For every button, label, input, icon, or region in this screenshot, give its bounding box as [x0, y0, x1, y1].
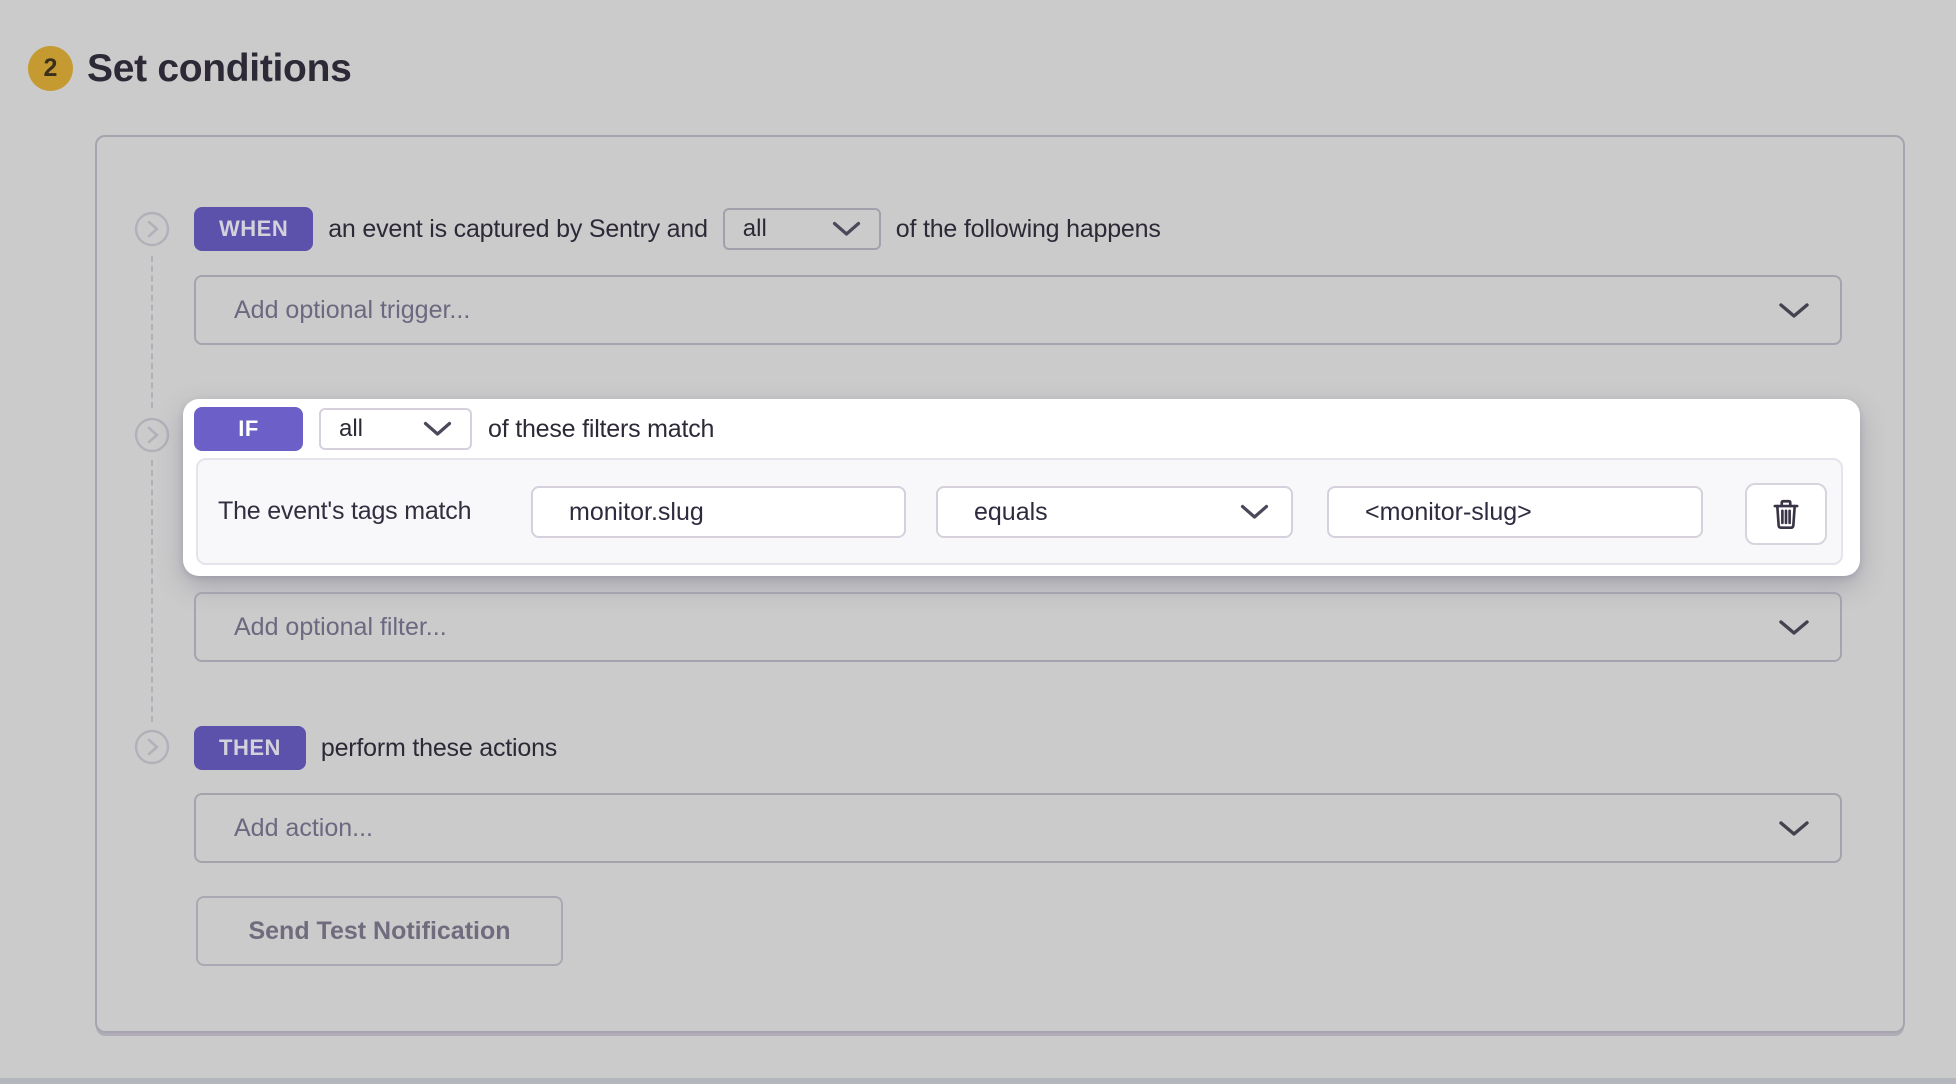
- chevron-down-icon: [1778, 302, 1810, 319]
- chevron-right-circle-icon: [134, 417, 170, 453]
- if-badge: IF: [194, 407, 303, 451]
- when-row: WHEN an event is captured by Sentry and …: [194, 205, 1161, 253]
- step-header: 2 Set conditions: [28, 46, 351, 91]
- filter-operator-select[interactable]: equals: [936, 486, 1293, 538]
- delete-filter-button[interactable]: [1745, 483, 1827, 545]
- chevron-down-icon: [1778, 820, 1810, 837]
- filter-operator-value: equals: [974, 498, 1048, 527]
- set-conditions-page: 2 Set conditions WHEN an event is captur…: [0, 0, 1956, 1084]
- then-row: THEN perform these actions: [194, 724, 557, 772]
- chevron-down-icon: [832, 221, 861, 237]
- filter-label: The event's tags match: [218, 460, 471, 563]
- when-badge: WHEN: [194, 207, 313, 251]
- filter-condition-row: The event's tags match equals: [196, 458, 1843, 565]
- if-match-select[interactable]: all: [319, 408, 472, 450]
- chevron-right-circle-icon: [134, 729, 170, 765]
- add-filter-placeholder: Add optional filter...: [234, 613, 447, 642]
- step-number-badge: 2: [28, 46, 73, 91]
- chevron-down-icon: [1240, 504, 1269, 520]
- if-tail-text: of these filters match: [488, 415, 714, 444]
- when-match-value: all: [743, 215, 767, 243]
- chevron-down-icon: [1778, 619, 1810, 636]
- when-tail-text: of the following happens: [896, 215, 1161, 244]
- add-action-dropdown[interactable]: Add action...: [194, 793, 1842, 863]
- send-test-notification-button[interactable]: Send Test Notification: [196, 896, 563, 966]
- page-title: Set conditions: [87, 47, 351, 91]
- filter-value-input[interactable]: [1327, 486, 1703, 538]
- chevron-right-circle-icon: [134, 211, 170, 247]
- connector-line: [151, 256, 153, 408]
- then-collapse-toggle[interactable]: [134, 729, 170, 765]
- chevron-down-icon: [423, 421, 452, 437]
- trash-icon: [1771, 497, 1801, 531]
- if-row: IF all of these filters match: [194, 405, 714, 453]
- when-match-select[interactable]: all: [723, 208, 881, 250]
- add-action-placeholder: Add action...: [234, 814, 373, 843]
- when-lead-text: an event is captured by Sentry and: [328, 215, 708, 244]
- add-trigger-dropdown[interactable]: Add optional trigger...: [194, 275, 1842, 345]
- if-match-value: all: [339, 415, 363, 443]
- if-collapse-toggle[interactable]: [134, 417, 170, 453]
- when-collapse-toggle[interactable]: [134, 211, 170, 247]
- filter-key-input[interactable]: [531, 486, 906, 538]
- add-trigger-placeholder: Add optional trigger...: [234, 296, 470, 325]
- then-tail-text: perform these actions: [321, 734, 557, 763]
- page-bottom-edge: [0, 1078, 1956, 1084]
- then-badge: THEN: [194, 726, 306, 770]
- add-filter-dropdown[interactable]: Add optional filter...: [194, 592, 1842, 662]
- connector-line: [151, 460, 153, 722]
